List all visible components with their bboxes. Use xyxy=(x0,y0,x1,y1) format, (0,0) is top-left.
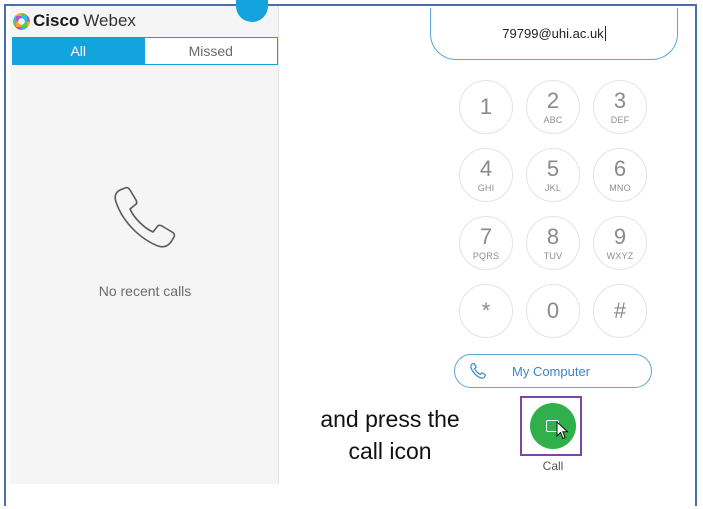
dial-key[interactable]: * xyxy=(459,284,513,338)
dial-key[interactable]: 5 JKL xyxy=(526,148,580,202)
empty-state-text: No recent calls xyxy=(98,283,192,299)
dial-key[interactable]: 6 MNO xyxy=(593,148,647,202)
dial-key-letters: TUV xyxy=(543,250,563,261)
dial-key-digit: 0 xyxy=(546,298,560,323)
instruction-annotation: and press the call icon xyxy=(300,403,480,467)
dial-key[interactable]: 4 GHI xyxy=(459,148,513,202)
mouse-cursor-icon xyxy=(556,421,569,440)
dial-key-digit: 4 xyxy=(479,155,493,181)
logo-brand: Cisco xyxy=(33,11,80,30)
dial-key-letters: DEF xyxy=(610,114,630,125)
dial-key[interactable]: 7 PQRS xyxy=(459,216,513,270)
tab-missed[interactable]: Missed xyxy=(144,37,278,64)
dial-key-letters: ABC xyxy=(543,114,563,125)
dial-key[interactable]: 9 WXYZ xyxy=(593,216,647,270)
device-selector-label: My Computer xyxy=(512,364,591,379)
instruction-line-1: and press the xyxy=(320,406,460,432)
dial-key-letters: PQRS xyxy=(472,250,500,261)
dial-key-digit: 2 xyxy=(546,87,560,113)
dial-key[interactable]: 3 DEF xyxy=(593,80,647,134)
app-logo: Cisco Webex xyxy=(13,10,136,32)
dial-key-digit: 6 xyxy=(613,155,627,181)
dial-input[interactable]: 79799@uhi.ac.uk xyxy=(430,8,678,60)
dial-key[interactable]: 0 xyxy=(526,284,580,338)
device-selector-button[interactable]: My Computer xyxy=(454,354,652,388)
dial-key-letters: JKL xyxy=(544,182,562,193)
dial-key[interactable]: 2 ABC xyxy=(526,80,580,134)
dial-key-digit: 5 xyxy=(546,155,560,181)
dial-key-digit: 1 xyxy=(479,94,493,119)
phone-icon xyxy=(470,363,486,379)
call-button-label: Call xyxy=(542,459,564,473)
dial-key-letters: WXYZ xyxy=(606,250,634,261)
webex-logo-icon xyxy=(13,12,30,30)
dial-key[interactable]: 1 xyxy=(459,80,513,134)
dial-key-digit: 7 xyxy=(479,223,493,249)
dial-key-digit: 8 xyxy=(546,223,560,249)
dial-key-digit: # xyxy=(613,298,627,323)
tab-all[interactable]: All xyxy=(12,37,145,64)
dial-key[interactable]: 8 TUV xyxy=(526,216,580,270)
text-caret xyxy=(604,26,606,41)
dial-key[interactable]: # xyxy=(593,284,647,338)
dial-input-value: 79799@uhi.ac.uk xyxy=(502,26,604,41)
dial-key-letters: MNO xyxy=(609,182,631,193)
instruction-line-2: call icon xyxy=(348,438,432,464)
dial-key-digit: * xyxy=(481,298,491,323)
call-history-tabs: All Missed xyxy=(12,37,278,65)
dial-key-digit: 3 xyxy=(613,87,627,113)
phone-handset-icon xyxy=(114,186,176,248)
dial-key-digit: 9 xyxy=(613,223,627,249)
dial-key-letters: GHI xyxy=(477,182,495,193)
logo-product: Webex xyxy=(83,11,136,30)
